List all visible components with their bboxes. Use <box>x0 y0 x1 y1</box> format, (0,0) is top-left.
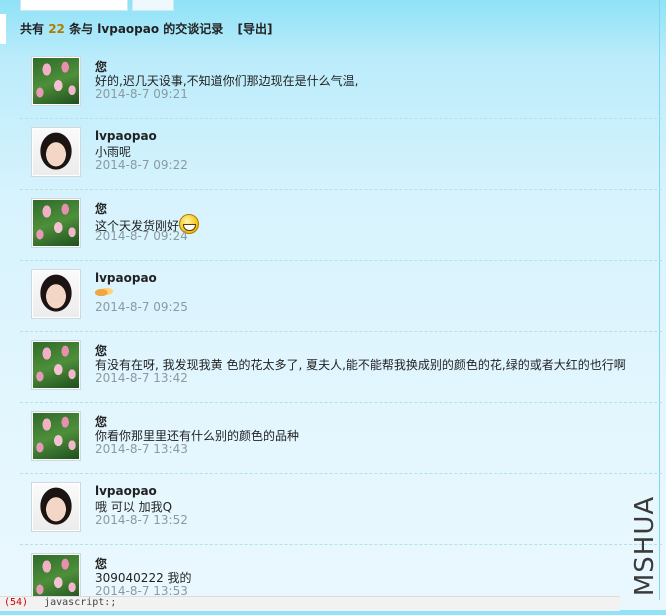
message-row: 您 好的,迟几天设事,不知道你们那边现在是什么气温, 2014-8-7 09:2… <box>20 48 662 119</box>
summary-prefix: 共有 <box>20 22 45 36</box>
line-number: (54) <box>4 597 29 608</box>
message-row: 您 你看你那里里还有什么别的颜色的品种 2014-8-7 13:43 <box>20 403 662 474</box>
watermark: MSHUA <box>630 496 660 596</box>
conversation-summary: 共有 22 条与 lvpaopao 的交谈记录 [导出] <box>20 20 272 37</box>
message-text-container <box>95 285 113 299</box>
sender-name: lvpaopao <box>95 484 157 498</box>
message-time: 2014-8-7 13:52 <box>95 513 188 527</box>
person-avatar[interactable] <box>31 269 81 319</box>
message-row: lvpaopao 小雨呢 2014-8-7 09:22 <box>20 119 662 190</box>
handshake-emoji-icon <box>95 286 113 298</box>
status-bar: (54) javascript:; <box>0 596 620 611</box>
export-link[interactable]: [导出] <box>238 22 273 36</box>
top-tab-strip <box>0 0 666 600</box>
message-row: 您 这个天发货刚好 2014-8-7 09:24 <box>20 190 662 261</box>
message-time: 2014-8-7 13:42 <box>95 371 188 385</box>
tulip-avatar[interactable] <box>31 198 81 248</box>
left-bar <box>0 14 6 44</box>
message-time: 2014-8-7 09:24 <box>95 229 188 243</box>
sender-name: lvpaopao <box>95 129 157 143</box>
summary-middle: 条与 <box>69 22 94 36</box>
contact-name: lvpaopao <box>97 22 160 36</box>
message-time: 2014-8-7 09:21 <box>95 87 188 101</box>
message-time: 2014-8-7 09:25 <box>95 300 188 314</box>
record-count: 22 <box>48 22 65 36</box>
message-time: 2014-8-7 13:43 <box>95 442 188 456</box>
message-time: 2014-8-7 09:22 <box>95 158 188 172</box>
sender-name: lvpaopao <box>95 271 157 285</box>
person-avatar[interactable] <box>31 482 81 532</box>
message-list: 您 好的,迟几天设事,不知道你们那边现在是什么气温, 2014-8-7 09:2… <box>20 48 662 615</box>
message-row: lvpaopao 2014-8-7 09:25 <box>20 261 662 332</box>
message-row: lvpaopao 哦 可以 加我Q 2014-8-7 13:52 <box>20 474 662 545</box>
message-row: 您 有没有在呀, 我发现我黄 色的花太多了, 夏夫人,能不能帮我换成别的颜色的花… <box>20 332 662 403</box>
person-avatar[interactable] <box>31 127 81 177</box>
watermark-text: MSHUA <box>630 495 660 597</box>
summary-suffix: 的交谈记录 <box>163 22 224 36</box>
top-tab[interactable] <box>132 0 174 11</box>
tulip-avatar[interactable] <box>31 56 81 106</box>
tulip-avatar[interactable] <box>31 411 81 461</box>
tulip-avatar[interactable] <box>31 340 81 390</box>
code-snippet: javascript:; <box>44 597 117 608</box>
top-tab[interactable] <box>20 0 128 11</box>
